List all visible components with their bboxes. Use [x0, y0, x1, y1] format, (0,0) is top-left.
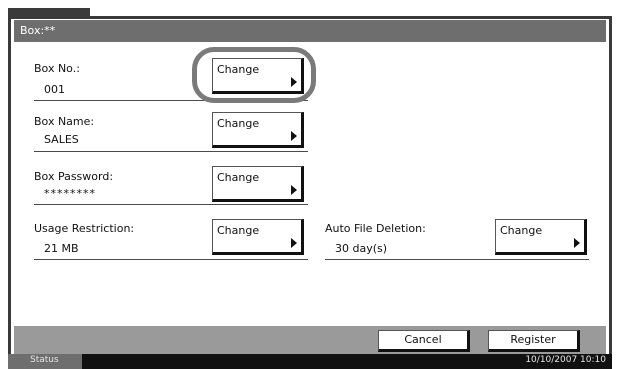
highlight-ring — [192, 47, 316, 103]
box-no-value: 001 — [44, 83, 65, 96]
window-title: Box:** — [20, 24, 56, 37]
triangle-right-icon — [574, 238, 580, 248]
top-rule — [8, 16, 612, 19]
triangle-right-icon — [291, 185, 297, 195]
button-label: Change — [500, 224, 543, 237]
box-password-value: ******** — [44, 187, 96, 200]
title-bar: Box:** — [14, 20, 606, 42]
box-password-underline — [34, 204, 308, 205]
status-label: Status — [30, 355, 59, 365]
auto-file-deletion-underline — [325, 259, 589, 260]
cancel-button[interactable]: Cancel — [378, 330, 470, 352]
usage-restriction-underline — [34, 259, 308, 260]
box-name-underline — [34, 151, 308, 152]
register-button[interactable]: Register — [488, 330, 580, 352]
right-rule — [609, 16, 612, 354]
triangle-right-icon — [291, 131, 297, 141]
auto-file-deletion-label: Auto File Deletion: — [325, 222, 426, 235]
usage-restriction-change-button[interactable]: Change — [212, 219, 304, 255]
auto-file-deletion-value: 30 day(s) — [335, 242, 388, 255]
left-rule — [8, 16, 11, 354]
box-password-change-button[interactable]: Change — [212, 166, 304, 202]
date-time: 10/10/2007 10:10 — [525, 355, 606, 365]
button-label: Change — [217, 117, 260, 130]
box-name-value: SALES — [44, 133, 79, 146]
usage-restriction-value: 21 MB — [44, 242, 79, 255]
footer-bar: Cancel Register — [14, 326, 606, 354]
box-no-label: Box No.: — [34, 62, 80, 75]
status-tab[interactable]: Status — [8, 354, 82, 369]
button-label: Change — [217, 171, 260, 184]
auto-file-deletion-change-button[interactable]: Change — [495, 219, 587, 255]
box-name-label: Box Name: — [34, 115, 95, 128]
button-label: Change — [217, 224, 260, 237]
usage-restriction-label: Usage Restriction: — [34, 222, 135, 235]
box-settings-window: Box:** Box No.: 001 Change Box Name: SAL… — [8, 8, 612, 369]
triangle-right-icon — [291, 238, 297, 248]
box-name-change-button[interactable]: Change — [212, 112, 304, 148]
box-password-label: Box Password: — [34, 170, 114, 183]
status-bar: Status 10/10/2007 10:10 — [8, 354, 612, 369]
